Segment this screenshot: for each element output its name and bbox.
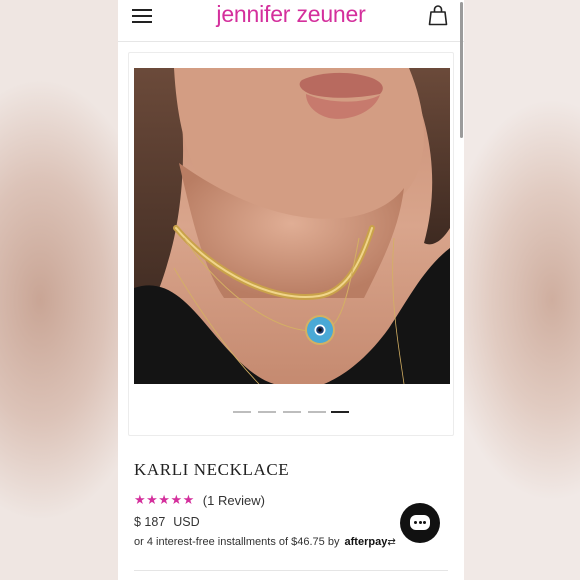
scrollbar[interactable] <box>460 2 463 138</box>
gallery-dot-1[interactable] <box>233 411 251 413</box>
shopping-bag-icon[interactable] <box>428 4 448 26</box>
price-amount: $ 187 <box>134 515 166 529</box>
afterpay-logo[interactable]: afterpay <box>345 536 388 548</box>
gallery-dot-2[interactable] <box>258 411 276 413</box>
brand-logo[interactable]: jennifer zeuner <box>118 1 464 28</box>
installments-info: or 4 interest-free installments of $46.7… <box>134 536 396 548</box>
star-rating: ★★★★★ <box>134 492 195 507</box>
price: $ 187 USD <box>134 515 200 529</box>
review-count-link[interactable]: (1 Review) <box>203 493 265 508</box>
site-header: jennifer zeuner <box>118 0 464 42</box>
product-image[interactable] <box>134 68 450 384</box>
price-currency: USD <box>173 515 200 529</box>
afterpay-arrows-icon: ⇄ <box>387 537 396 548</box>
gallery-dot-3[interactable] <box>283 411 301 413</box>
rating-row: ★★★★★ (1 Review) <box>134 491 265 509</box>
blurred-background-right <box>462 0 580 580</box>
gallery-dot-4[interactable] <box>308 411 326 413</box>
section-divider <box>134 570 448 571</box>
mobile-page: jennifer zeuner KARLI NECKLACE ★★★★★ (1 … <box>118 0 464 580</box>
product-title: KARLI NECKLACE <box>134 460 290 479</box>
installments-text: or 4 interest-free installments of $46.7… <box>134 536 340 548</box>
chat-bubble-icon <box>410 515 430 530</box>
gallery-dot-5[interactable] <box>331 411 349 413</box>
chat-button[interactable] <box>400 503 440 543</box>
gallery-pagination <box>233 409 353 415</box>
